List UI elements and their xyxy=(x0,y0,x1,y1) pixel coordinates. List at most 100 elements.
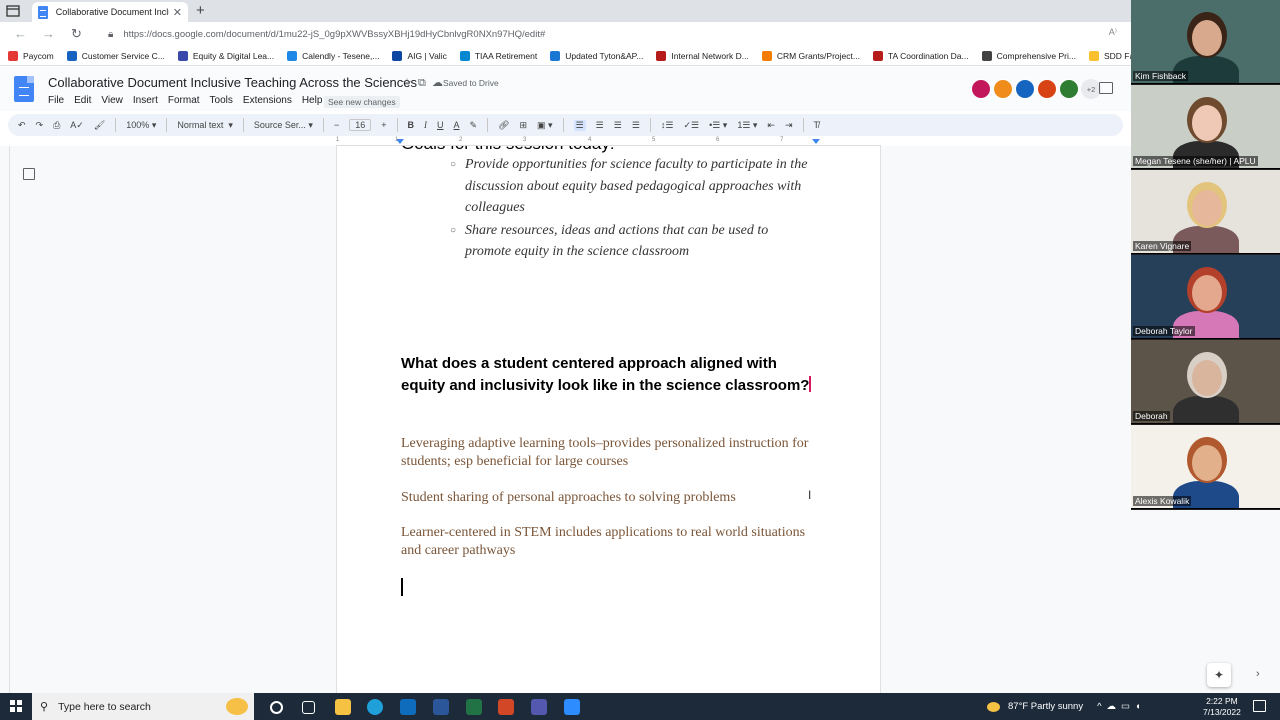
bookmark-item[interactable]: CRM Grants/Project... xyxy=(761,50,860,61)
chevron-right-icon[interactable]: › xyxy=(1256,668,1260,680)
task-view-icon[interactable] xyxy=(302,701,315,714)
menu-extensions[interactable]: Extensions xyxy=(243,95,292,106)
decrease-font-size-icon[interactable]: − xyxy=(334,120,339,130)
participant-video-tile[interactable]: Karen Vignare xyxy=(1131,170,1280,254)
text-color-icon[interactable]: A xyxy=(454,120,460,130)
avatar[interactable] xyxy=(1059,79,1079,99)
paint-format-icon[interactable]: 🖌︎ xyxy=(94,120,105,131)
more-collaborators-badge[interactable]: +2 xyxy=(1081,79,1101,99)
decrease-indent-icon[interactable]: ⇤ xyxy=(767,120,775,131)
menu-insert[interactable]: Insert xyxy=(133,95,158,106)
document-title[interactable]: Collaborative Document Inclusive Teachin… xyxy=(48,75,417,90)
outlook-icon[interactable] xyxy=(400,699,416,715)
menu-file[interactable]: File xyxy=(48,95,64,106)
window-menu-icon[interactable] xyxy=(6,4,20,18)
participant-video-tile[interactable]: Deborah xyxy=(1131,340,1280,424)
taskbar-clock[interactable]: 2:22 PM 7/13/2022 xyxy=(1203,696,1241,718)
document-outline-icon[interactable] xyxy=(23,168,35,180)
read-aloud-icon[interactable]: A⁾ xyxy=(1109,27,1117,38)
participant-video-tile[interactable]: Alexis Kowalik xyxy=(1131,425,1280,509)
excel-icon[interactable] xyxy=(466,699,482,715)
avatar[interactable] xyxy=(993,79,1013,99)
bookmark-item[interactable]: Updated Tyton&AP... xyxy=(550,50,643,61)
bulleted-list-icon[interactable]: •☰ ▾ xyxy=(709,120,727,131)
close-tab-icon[interactable]: ✕ xyxy=(173,6,182,19)
redo-icon[interactable]: ↷ xyxy=(36,120,44,131)
bold-icon[interactable]: B xyxy=(408,120,415,130)
explore-icon[interactable]: ✦ xyxy=(1207,663,1231,687)
horizontal-ruler[interactable]: 1 1 2 3 4 5 6 7 xyxy=(336,137,881,146)
zoom-icon[interactable] xyxy=(564,699,580,715)
bookmark-item[interactable]: Paycom xyxy=(8,50,54,61)
weather-text[interactable]: 87°F Partly sunny xyxy=(1008,701,1083,712)
url-field[interactable]: 🔒︎ https://docs.google.com/document/d/1m… xyxy=(100,24,1120,44)
bookmark-item[interactable]: Equity & Digital Lea... xyxy=(177,50,274,61)
google-docs-logo-icon[interactable] xyxy=(14,76,34,102)
zoom-select[interactable]: 100% ▾ xyxy=(126,120,156,131)
powerpoint-icon[interactable] xyxy=(498,699,514,715)
font-size-field[interactable]: 16 xyxy=(349,119,372,131)
weather-icon[interactable] xyxy=(987,701,1000,712)
menu-tools[interactable]: Tools xyxy=(210,95,233,106)
back-arrow-icon[interactable]: ← xyxy=(14,26,27,41)
participant-video-tile[interactable]: Kim Fishback xyxy=(1131,0,1280,84)
align-justify-icon[interactable]: ☰ xyxy=(632,120,640,131)
bookmark-item[interactable]: Comprehensive Pri... xyxy=(981,50,1076,61)
browser-tab-active[interactable]: Collaborative Document Inclusiv ✕ xyxy=(32,2,188,22)
move-folder-icon[interactable]: ⧉ xyxy=(418,77,426,89)
file-explorer-icon[interactable] xyxy=(335,699,351,715)
bookmark-item[interactable]: Internal Network D... xyxy=(656,50,749,61)
bookmark-item[interactable]: TIAA Retirement xyxy=(459,50,537,61)
notifications-icon[interactable] xyxy=(1253,700,1266,712)
undo-icon[interactable]: ↶ xyxy=(18,120,26,131)
teams-icon[interactable] xyxy=(531,699,547,715)
italic-icon[interactable]: I xyxy=(424,120,427,130)
reload-icon[interactable]: ↻ xyxy=(71,26,82,42)
menu-help[interactable]: Help xyxy=(302,95,323,106)
checklist-icon[interactable]: ✓☰ xyxy=(683,120,699,131)
participant-video-tile[interactable]: Deborah Taylor xyxy=(1131,255,1280,339)
highlight-icon[interactable]: ✎ xyxy=(470,120,478,131)
participant-video-tile[interactable]: Megan Tesene (she/her) | APLU xyxy=(1131,85,1280,169)
bookmark-item[interactable]: AIG | Valic xyxy=(392,50,447,61)
insert-link-icon[interactable]: 🔗︎ xyxy=(498,120,509,131)
line-spacing-icon[interactable]: ↕☰ xyxy=(661,120,674,131)
align-left-icon[interactable]: ☰ xyxy=(573,119,586,131)
avatar[interactable] xyxy=(1015,79,1035,99)
font-select[interactable]: Source Ser... ▾ xyxy=(254,120,313,131)
word-icon[interactable] xyxy=(433,699,449,715)
underline-icon[interactable]: U xyxy=(437,120,444,130)
spellcheck-icon[interactable]: A✓ xyxy=(70,120,84,131)
menu-format[interactable]: Format xyxy=(168,95,200,106)
taskbar-search-field[interactable]: ⚲ Type here to search xyxy=(32,693,254,720)
increase-font-size-icon[interactable]: + xyxy=(381,120,386,130)
comment-history-icon[interactable] xyxy=(1099,82,1113,94)
forward-arrow-icon[interactable]: → xyxy=(42,26,55,41)
see-new-changes-button[interactable]: See new changes xyxy=(324,96,400,108)
edge-browser-icon[interactable] xyxy=(367,699,383,715)
clear-formatting-icon[interactable]: T̸ xyxy=(814,120,820,130)
bookmark-item[interactable]: Customer Service C... xyxy=(66,50,165,61)
avatar[interactable] xyxy=(971,79,991,99)
tray-icons[interactable]: ^☁▭◖ xyxy=(1097,701,1146,712)
bookmark-item[interactable]: Calendly - Tesene,... xyxy=(287,50,379,61)
paragraph-style-select[interactable]: Normal text ▾ xyxy=(177,120,233,131)
windows-start-icon[interactable] xyxy=(10,700,22,712)
menu-view[interactable]: View xyxy=(101,95,123,106)
align-center-icon[interactable]: ☰ xyxy=(596,120,604,131)
increase-indent-icon[interactable]: ⇥ xyxy=(785,120,793,131)
new-tab-icon[interactable]: + xyxy=(196,2,205,19)
print-icon[interactable]: ⎙ xyxy=(53,120,60,131)
insert-image-icon[interactable]: ▣ ▾ xyxy=(537,120,553,131)
bookmark-item[interactable]: TA Coordination Da... xyxy=(872,50,969,61)
bookmark-item[interactable]: SDD Facilitation xyxy=(1088,50,1131,61)
numbered-list-icon[interactable]: 1☰ ▾ xyxy=(737,120,757,131)
avatar[interactable] xyxy=(1037,79,1057,99)
align-right-icon[interactable]: ☰ xyxy=(614,120,622,131)
insert-comment-icon[interactable]: ⊞ xyxy=(520,120,528,131)
cortana-icon[interactable] xyxy=(270,701,283,714)
vertical-ruler[interactable] xyxy=(0,146,10,693)
star-icon[interactable]: ☆ ⧉ ☁ xyxy=(402,76,443,90)
document-page[interactable]: Goals for this session today: ○ Provide o… xyxy=(336,146,881,693)
right-indent-marker[interactable] xyxy=(812,139,820,144)
